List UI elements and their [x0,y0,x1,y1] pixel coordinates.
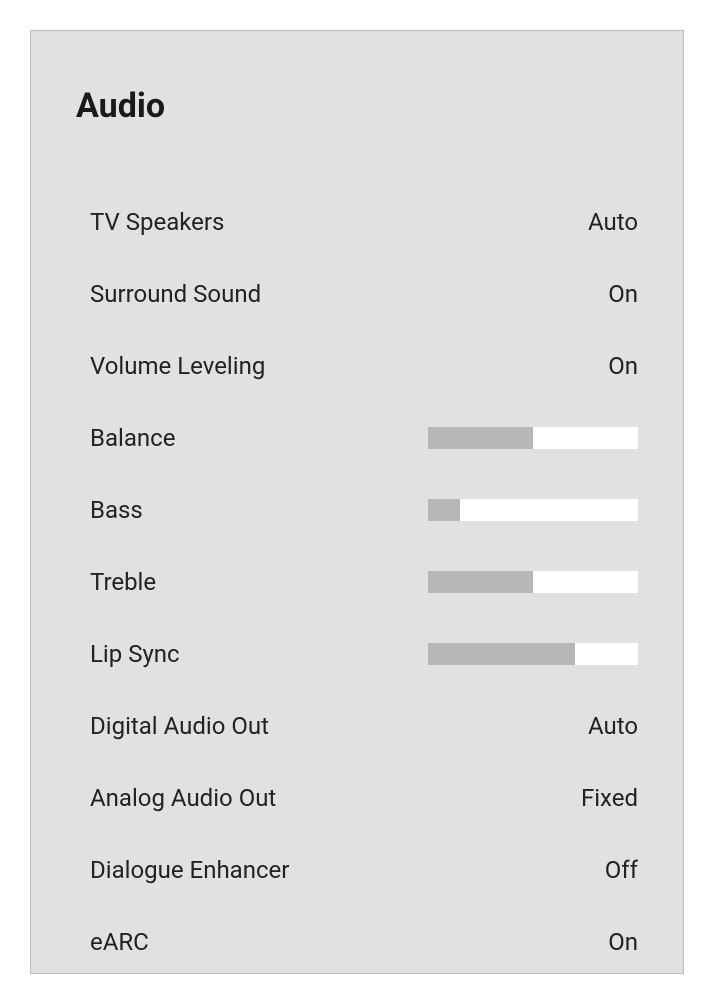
setting-label: eARC [90,928,149,956]
setting-label: Lip Sync [90,640,180,668]
setting-lip-sync[interactable]: Lip Sync [90,618,638,690]
setting-value: Auto [588,712,638,740]
bass-slider[interactable] [428,499,638,521]
setting-value: Fixed [581,784,638,812]
setting-treble[interactable]: Treble [90,546,638,618]
settings-list: TV Speakers Auto Surround Sound On Volum… [76,186,638,978]
setting-value: Off [605,856,638,884]
slider-fill [428,427,533,449]
setting-value: On [608,352,638,380]
setting-label: Dialogue Enhancer [90,856,289,884]
setting-label: Digital Audio Out [90,712,269,740]
treble-slider[interactable] [428,571,638,593]
setting-label: Surround Sound [90,280,261,308]
setting-label: Analog Audio Out [90,784,276,812]
setting-label: Volume Leveling [90,352,265,380]
slider-fill [428,643,575,665]
setting-surround-sound[interactable]: Surround Sound On [90,258,638,330]
setting-analog-audio-out[interactable]: Analog Audio Out Fixed [90,762,638,834]
setting-label: TV Speakers [90,208,224,236]
slider-fill [428,571,533,593]
slider-fill [428,499,460,521]
page-title: Audio [76,86,638,126]
lip-sync-slider[interactable] [428,643,638,665]
setting-dialogue-enhancer[interactable]: Dialogue Enhancer Off [90,834,638,906]
setting-earc[interactable]: eARC On [90,906,638,978]
setting-value: On [608,928,638,956]
setting-label: Balance [90,424,175,452]
setting-bass[interactable]: Bass [90,474,638,546]
setting-value: On [608,280,638,308]
setting-digital-audio-out[interactable]: Digital Audio Out Auto [90,690,638,762]
balance-slider[interactable] [428,427,638,449]
setting-label: Bass [90,496,143,524]
setting-label: Treble [90,568,156,596]
audio-settings-panel: Audio TV Speakers Auto Surround Sound On… [30,30,684,974]
setting-tv-speakers[interactable]: TV Speakers Auto [90,186,638,258]
setting-value: Auto [588,208,638,236]
setting-balance[interactable]: Balance [90,402,638,474]
setting-volume-leveling[interactable]: Volume Leveling On [90,330,638,402]
